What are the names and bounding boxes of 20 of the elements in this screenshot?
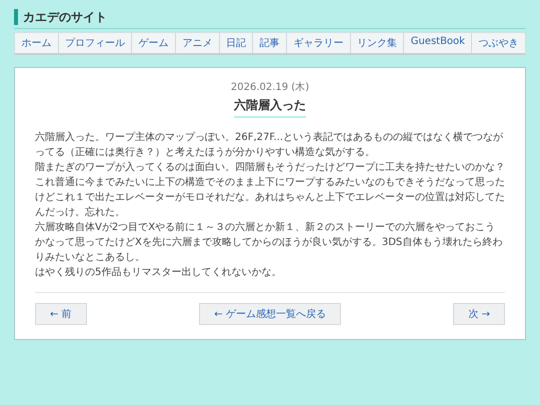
nav-link[interactable]: ギャラリー	[287, 33, 351, 53]
body-paragraph: 六階層入った。ワープ主体のマップっぽい。26F,27F...という表記ではあるものの縦ではなく横でつながってる（正確には奥行き？）と考えたほうが分かりやすい構造な気がする。	[35, 130, 504, 160]
next-button[interactable]: 次 →	[453, 303, 505, 325]
nav-link[interactable]: ゲーム	[132, 33, 176, 53]
post-date: 2026.02.19 (木)	[230, 80, 310, 94]
body-paragraph: これ普通に今までみたいに上下の構造でそのまま上下にワープするみたいなのもできそうだなって思ったけどこれ１で出たエレベーターがモロそれだな。あれはちゃんと上下でエレベーターの位置は対応してたんだっけ。忘れた。	[35, 176, 505, 220]
nav-link[interactable]: リンク集	[350, 33, 404, 53]
prev-button[interactable]: ← 前	[35, 303, 87, 325]
nav-link[interactable]: アニメ	[176, 33, 220, 53]
nav-link[interactable]: つぶやき	[472, 33, 525, 53]
nav-link[interactable]: ホーム	[15, 33, 59, 53]
post-title: 六階層入った	[234, 97, 306, 118]
nav-link[interactable]: 日記	[220, 33, 254, 53]
body-paragraph: 階またぎのワープが入ってくるのは面白い。四階層もそうだったけどワープに工夫を持たせたいのかな？	[35, 160, 505, 175]
nav-link[interactable]: 記事	[253, 33, 288, 53]
back-to-list-button[interactable]: ← ゲーム感想一覧へ戻る	[199, 303, 341, 325]
body-paragraph: はやく残りの5作品もリマスター出してくれないかな。	[35, 266, 282, 280]
body-paragraph: 六層攻略自体Vが2つ目でXやる前に１～３の六層とか新１、新２のストーリーでの六層をやっておこうかなって思ってたけどXを先に六層まで攻略してからのほうが良い気がする。3DS自体もう壊れたら終わりみたいなとこあるし。	[35, 220, 504, 265]
nav-link[interactable]: プロフィール	[58, 33, 132, 53]
nav-link[interactable]: GuestBook	[404, 33, 472, 53]
